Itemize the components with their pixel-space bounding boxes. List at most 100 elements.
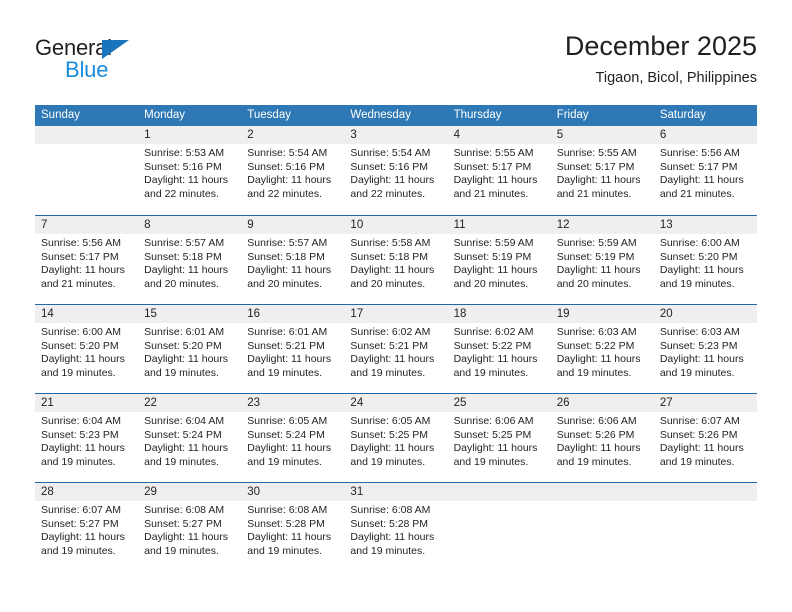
sunrise-text: Sunrise: 6:08 AM — [247, 504, 328, 516]
day-number: 31 — [344, 483, 448, 501]
daylight-text-line1: Daylight: 11 hours — [350, 442, 435, 455]
calendar-day-cell[interactable]: 10 Sunrise: 5:58 AM Sunset: 5:18 PM Dayligh… — [344, 216, 448, 304]
calendar-day-cell[interactable]: 8 Sunrise: 5:57 AM Sunset: 5:18 PM Daylight… — [138, 216, 242, 304]
daylight-text-line1: Daylight: 11 hours — [144, 264, 228, 277]
day-sun-info: Sunrise: 6:08 AM Sunset: 5:28 PM Daylight:… — [344, 501, 447, 558]
daylight-text-line2: and 21 minutes. — [453, 187, 529, 200]
weekday-header-friday: Friday — [556, 109, 589, 121]
calendar-day-cell[interactable]: 3 Sunrise: 5:54 AM Sunset: 5:16 PM Daylight… — [344, 126, 448, 215]
daylight-text-line2: and 22 minutes. — [350, 187, 426, 200]
weekday-header-monday: Monday — [144, 109, 186, 121]
calendar-day-cell[interactable]: 22 Sunrise: 6:04 AM Sunset: 5:24 PM Dayligh… — [138, 394, 242, 482]
daylight-text-line1: Daylight: 11 hours — [144, 531, 228, 544]
calendar-day-cell[interactable]: 4 Sunrise: 5:55 AM Sunset: 5:17 PM Daylight… — [447, 126, 551, 215]
calendar-day-cell[interactable]: 14 Sunrise: 6:00 AM Sunset: 5:20 PM Dayligh… — [35, 305, 139, 393]
calendar-day-cell[interactable]: 29 Sunrise: 6:08 AM Sunset: 5:27 PM Dayligh… — [138, 483, 242, 571]
day-number — [35, 126, 139, 144]
calendar-page: General Blue December 2025 Tigaon, Bicol… — [0, 0, 792, 612]
sunrise-text: Sunrise: 6:02 AM — [453, 326, 534, 338]
sunset-text: Sunset: 5:16 PM — [350, 160, 429, 173]
sunrise-text: Sunrise: 6:03 AM — [659, 326, 740, 338]
sunset-text: Sunset: 5:23 PM — [659, 339, 738, 352]
day-sun-info: Sunrise: 5:58 AM Sunset: 5:18 PM Daylight:… — [344, 234, 447, 291]
day-number: 30 — [241, 483, 345, 501]
calendar-day-cell[interactable]: 28 Sunrise: 6:07 AM Sunset: 5:27 PM Dayligh… — [35, 483, 139, 571]
calendar-week-row: 7 Sunrise: 5:56 AM Sunset: 5:17 PM Daylight… — [35, 215, 757, 304]
day-number: 15 — [138, 305, 242, 323]
daylight-text-line1: Daylight: 11 hours — [453, 174, 538, 187]
day-sun-info: Sunrise: 6:07 AM Sunset: 5:27 PM Daylight:… — [35, 501, 138, 558]
daylight-text-line2: and 19 minutes. — [144, 455, 219, 468]
calendar-day-cell[interactable]: 18 Sunrise: 6:02 AM Sunset: 5:22 PM Dayligh… — [447, 305, 551, 393]
day-number — [550, 483, 654, 501]
calendar-day-cell[interactable]: 7 Sunrise: 5:56 AM Sunset: 5:17 PM Daylight… — [35, 216, 139, 304]
daylight-text-line1: Daylight: 11 hours — [247, 353, 332, 366]
sunrise-text: Sunrise: 5:55 AM — [556, 147, 637, 159]
daylight-text-line2: and 19 minutes. — [453, 366, 529, 379]
daylight-text-line2: and 19 minutes. — [247, 455, 322, 468]
title-block: December 2025 Tigaon, Bicol, Philippines — [565, 30, 757, 88]
day-number: 12 — [550, 216, 654, 234]
calendar-day-cell[interactable]: 25 Sunrise: 6:06 AM Sunset: 5:25 PM Dayligh… — [447, 394, 551, 482]
daylight-text-line1: Daylight: 11 hours — [453, 442, 538, 455]
sunrise-text: Sunrise: 6:06 AM — [453, 415, 534, 427]
page-header: General Blue December 2025 Tigaon, Bicol… — [0, 0, 792, 100]
calendar-day-cell[interactable]: 19 Sunrise: 6:03 AM Sunset: 5:22 PM Dayligh… — [550, 305, 654, 393]
day-number: 20 — [653, 305, 757, 323]
day-sun-info: Sunrise: 5:54 AM Sunset: 5:16 PM Daylight:… — [241, 144, 344, 201]
daylight-text-line1: Daylight: 11 hours — [144, 353, 228, 366]
calendar-week-row: 28 Sunrise: 6:07 AM Sunset: 5:27 PM Dayligh… — [35, 482, 757, 571]
daylight-text-line2: and 19 minutes. — [659, 366, 735, 379]
daylight-text-line1: Daylight: 11 hours — [41, 353, 125, 366]
calendar-day-cell[interactable]: 31 Sunrise: 6:08 AM Sunset: 5:28 PM Dayligh… — [344, 483, 448, 571]
calendar-day-cell[interactable]: 27 Sunrise: 6:07 AM Sunset: 5:26 PM Dayligh… — [653, 394, 757, 482]
daylight-text-line2: and 19 minutes. — [659, 277, 735, 290]
sunset-text: Sunset: 5:16 PM — [247, 160, 325, 173]
daylight-text-line1: Daylight: 11 hours — [350, 174, 435, 187]
day-sun-info: Sunrise: 6:07 AM Sunset: 5:26 PM Daylight:… — [654, 412, 757, 469]
daylight-text-line2: and 19 minutes. — [350, 366, 426, 379]
calendar-day-cell[interactable]: 2 Sunrise: 5:54 AM Sunset: 5:16 PM Daylight… — [241, 126, 345, 215]
sunset-text: Sunset: 5:28 PM — [247, 517, 325, 530]
calendar-day-cell[interactable]: 11 Sunrise: 5:59 AM Sunset: 5:19 PM Dayligh… — [447, 216, 551, 304]
daylight-text-line2: and 20 minutes. — [144, 277, 219, 290]
sunset-text: Sunset: 5:21 PM — [350, 339, 429, 352]
daylight-text-line2: and 19 minutes. — [453, 455, 529, 468]
calendar-day-cell[interactable]: 6 Sunrise: 5:56 AM Sunset: 5:17 PM Daylight… — [653, 126, 757, 215]
calendar-day-cell[interactable]: 15 Sunrise: 6:01 AM Sunset: 5:20 PM Dayligh… — [138, 305, 242, 393]
calendar-day-cell[interactable]: 1 Sunrise: 5:53 AM Sunset: 5:16 PM Daylight… — [138, 126, 242, 215]
day-sun-info: Sunrise: 6:04 AM Sunset: 5:23 PM Daylight:… — [35, 412, 138, 469]
calendar-day-cell[interactable]: 9 Sunrise: 5:57 AM Sunset: 5:18 PM Daylight… — [241, 216, 345, 304]
sunset-text: Sunset: 5:22 PM — [453, 339, 532, 352]
calendar-day-cell[interactable]: 26 Sunrise: 6:06 AM Sunset: 5:26 PM Dayligh… — [550, 394, 654, 482]
calendar-day-cell-empty — [35, 126, 139, 215]
calendar-day-cell[interactable]: 21 Sunrise: 6:04 AM Sunset: 5:23 PM Dayligh… — [35, 394, 139, 482]
calendar-week-row: 1 Sunrise: 5:53 AM Sunset: 5:16 PM Daylight… — [35, 126, 757, 215]
weekday-header-saturday: Saturday — [659, 109, 706, 121]
calendar-day-cell[interactable]: 13 Sunrise: 6:00 AM Sunset: 5:20 PM Dayligh… — [653, 216, 757, 304]
calendar-day-cell[interactable]: 24 Sunrise: 6:05 AM Sunset: 5:25 PM Dayligh… — [344, 394, 448, 482]
calendar-day-cell[interactable]: 16 Sunrise: 6:01 AM Sunset: 5:21 PM Dayligh… — [241, 305, 345, 393]
sunset-text: Sunset: 5:17 PM — [41, 250, 119, 263]
daylight-text-line1: Daylight: 11 hours — [144, 174, 228, 187]
day-number: 26 — [550, 394, 654, 412]
sunrise-text: Sunrise: 5:58 AM — [350, 237, 431, 249]
daylight-text-line2: and 22 minutes. — [247, 187, 322, 200]
calendar-day-cell[interactable]: 20 Sunrise: 6:03 AM Sunset: 5:23 PM Dayligh… — [653, 305, 757, 393]
sunset-text: Sunset: 5:20 PM — [41, 339, 119, 352]
day-number: 3 — [344, 126, 448, 144]
daylight-text-line1: Daylight: 11 hours — [659, 264, 744, 277]
day-sun-info: Sunrise: 5:59 AM Sunset: 5:19 PM Daylight:… — [551, 234, 654, 291]
sunset-text: Sunset: 5:25 PM — [350, 428, 429, 441]
calendar-week-row: 14 Sunrise: 6:00 AM Sunset: 5:20 PM Dayligh… — [35, 304, 757, 393]
sunrise-text: Sunrise: 6:06 AM — [556, 415, 637, 427]
day-sun-info: Sunrise: 6:00 AM Sunset: 5:20 PM Daylight:… — [654, 234, 757, 291]
sunset-text: Sunset: 5:23 PM — [41, 428, 119, 441]
calendar-day-cell[interactable]: 17 Sunrise: 6:02 AM Sunset: 5:21 PM Dayligh… — [344, 305, 448, 393]
calendar-day-cell[interactable]: 30 Sunrise: 6:08 AM Sunset: 5:28 PM Dayligh… — [241, 483, 345, 571]
calendar-day-cell[interactable]: 23 Sunrise: 6:05 AM Sunset: 5:24 PM Dayligh… — [241, 394, 345, 482]
calendar-day-cell[interactable]: 12 Sunrise: 5:59 AM Sunset: 5:19 PM Dayligh… — [550, 216, 654, 304]
sunset-text: Sunset: 5:17 PM — [659, 160, 738, 173]
sunset-text: Sunset: 5:24 PM — [144, 428, 222, 441]
calendar-day-cell[interactable]: 5 Sunrise: 5:55 AM Sunset: 5:17 PM Daylight… — [550, 126, 654, 215]
